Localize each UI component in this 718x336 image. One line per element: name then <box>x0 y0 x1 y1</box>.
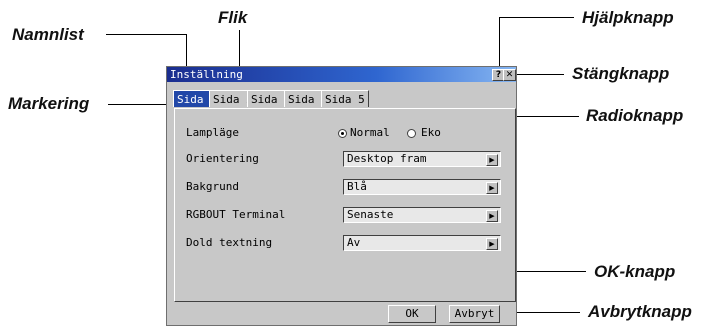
title-bar[interactable]: Inställning ? ✕ <box>167 67 516 82</box>
callout-hjalpknapp: Hjälpknapp <box>582 8 674 27</box>
arrow-right-icon[interactable]: ▶ <box>486 238 498 250</box>
rgbout-label: RGBOUT Terminal <box>186 208 286 221</box>
lamplage-label: Lampläge <box>186 126 239 139</box>
leader-line-hjalpknapp-v <box>499 17 500 73</box>
orientering-select[interactable]: Desktop fram ▶ <box>343 151 501 167</box>
bakgrund-value: Blå <box>347 180 367 193</box>
callout-flik: Flik <box>218 8 248 27</box>
help-icon: ? <box>495 70 502 80</box>
bakgrund-label: Bakgrund <box>186 180 239 193</box>
dold-textning-value: Av <box>347 236 361 249</box>
callout-ok-knapp: OK-knapp <box>594 262 676 281</box>
radio-normal-label: Normal <box>350 126 390 139</box>
leader-line-stangknapp <box>510 74 564 75</box>
callout-radioknapp: Radioknapp <box>586 106 684 125</box>
settings-dialog: Inställning ? ✕ Sida 1 Sida 2 Sida 3 Sid… <box>166 66 517 326</box>
callout-namnlist: Namnlist <box>12 25 84 44</box>
dold-textning-select[interactable]: Av ▶ <box>343 235 501 251</box>
close-button[interactable]: ✕ <box>503 69 516 81</box>
callout-stangknapp: Stängknapp <box>572 64 670 83</box>
radio-eko-label: Eko <box>421 126 441 139</box>
leader-line-namnlist <box>106 34 186 35</box>
radio-normal[interactable] <box>338 129 347 138</box>
leader-line-hjalpknapp <box>499 17 574 18</box>
orientering-value: Desktop fram <box>347 152 427 165</box>
arrow-right-icon[interactable]: ▶ <box>486 154 498 166</box>
rgbout-select[interactable]: Senaste ▶ <box>343 207 501 223</box>
arrow-right-icon[interactable]: ▶ <box>486 182 498 194</box>
close-icon: ✕ <box>505 70 514 80</box>
radio-eko[interactable] <box>407 129 416 138</box>
callout-markering: Markering <box>8 94 90 113</box>
dold-textning-label: Dold textning <box>186 236 273 249</box>
ok-button[interactable]: OK <box>388 305 436 323</box>
arrow-right-icon[interactable]: ▶ <box>486 210 498 222</box>
dialog-title: Inställning <box>170 68 243 81</box>
rgbout-value: Senaste <box>347 208 394 221</box>
orientering-label: Orientering <box>186 152 259 165</box>
tab-sida-5[interactable]: Sida 5 <box>321 90 369 107</box>
bakgrund-select[interactable]: Blå ▶ <box>343 179 501 195</box>
callout-avbrytknapp: Avbrytknapp <box>588 302 692 321</box>
cancel-button[interactable]: Avbryt <box>449 305 500 323</box>
